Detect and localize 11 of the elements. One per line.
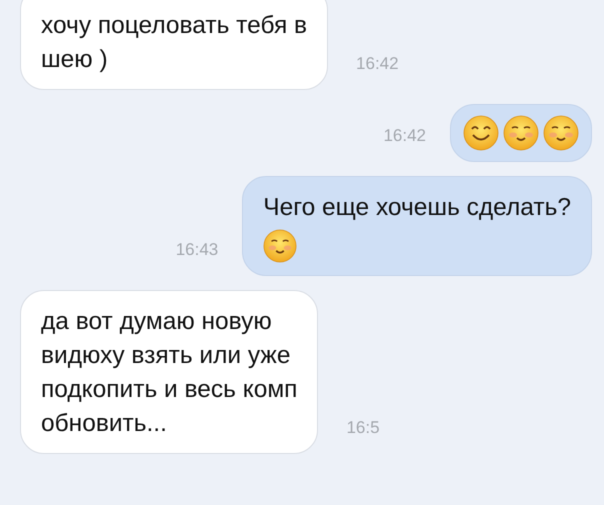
message-text: да вот думаю новую видюху взять или уже подкопить и весь комп обновить... [41,307,298,439]
blushing-face-icon [543,115,579,151]
smiling-face-icon [463,115,499,151]
message-time: 16:42 [356,52,399,74]
message-text: хочу поцеловать тебя в шею ) [41,11,308,75]
message-time: 16:43 [176,238,218,260]
message-text: Чего еще хочешь сделать? [263,193,571,223]
blushing-face-icon [503,115,539,151]
message-time: 16:42 [383,124,426,146]
message-time: 16:5 [346,416,380,438]
blushing-face-icon [263,229,298,263]
